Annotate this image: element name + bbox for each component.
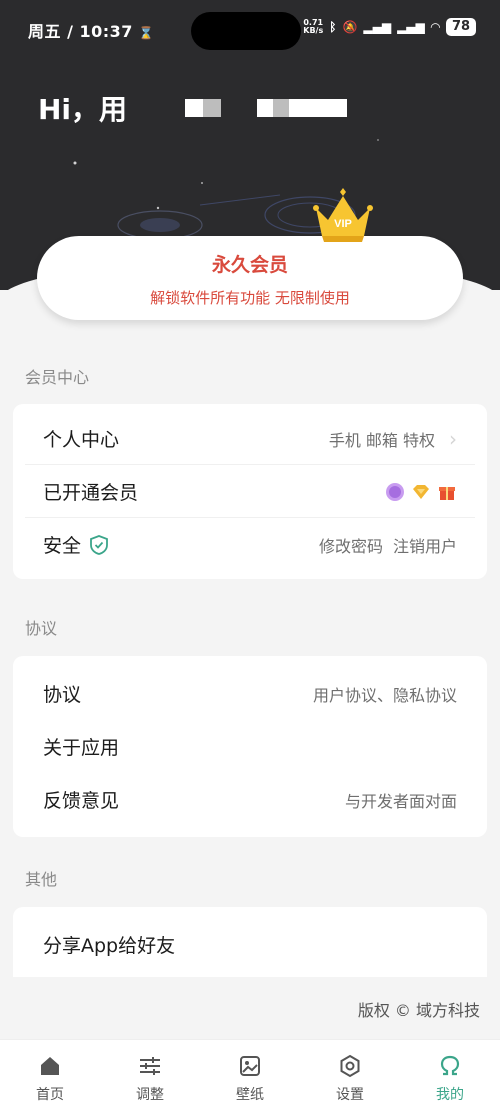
- row-value: 手机 邮箱 特权: [328, 430, 435, 450]
- row-security[interactable]: 安全 修改密码 注销用户: [25, 518, 475, 571]
- status-time: 周五 / 10:37 ⌛: [28, 22, 155, 41]
- membership-badges: [385, 482, 457, 502]
- row-label: 已开通会员: [43, 482, 139, 504]
- signal-icon: ▂▄▆: [363, 20, 392, 34]
- redacted-name: [257, 99, 274, 117]
- gift-badge-icon: [439, 486, 455, 500]
- battery-indicator: 78: [446, 18, 476, 36]
- membership-card[interactable]: 永久会员 解锁软件所有功能 无限制使用: [37, 236, 463, 320]
- nav-label: 调整: [136, 1087, 164, 1103]
- row-label: 协议: [43, 684, 82, 706]
- member-center-card: 个人中心 手机 邮箱 特权 › 已开通会员 安全 修改密码 注销用户: [13, 404, 487, 579]
- section-label-member-center: 会员中心: [25, 368, 90, 387]
- redacted-name: [289, 99, 348, 117]
- membership-subtitle: 解锁软件所有功能 无限制使用: [150, 289, 350, 307]
- row-value: 用户协议、隐私协议: [312, 685, 457, 705]
- vip-crown-icon: VIP: [313, 188, 373, 242]
- row-value: 与开发者面对面: [344, 791, 457, 811]
- wifi-icon: ◠: [430, 20, 440, 34]
- nav-item-home[interactable]: 首页: [0, 1040, 100, 1113]
- section-label-agreement: 协议: [25, 619, 58, 638]
- row-label: 关于应用: [43, 737, 120, 759]
- bottom-nav: 首页 调整 壁纸 设置 我的: [0, 1039, 500, 1113]
- nav-label: 我的: [436, 1087, 464, 1103]
- redacted-name: [203, 99, 222, 117]
- row-personal-center[interactable]: 个人中心 手机 邮箱 特权 ›: [25, 412, 475, 465]
- nav-label: 壁纸: [236, 1087, 264, 1103]
- diamond-badge-icon: [413, 484, 429, 499]
- network-speed: 0.71 KB/s: [303, 18, 324, 35]
- row-about-app[interactable]: 关于应用: [25, 720, 475, 773]
- nav-label: 首页: [36, 1087, 64, 1103]
- shield-check-icon: [90, 534, 108, 555]
- chevron-right-icon: ›: [449, 426, 457, 451]
- home-icon: [41, 1057, 59, 1075]
- camera-notch: [191, 12, 301, 50]
- nav-item-mine[interactable]: 我的: [400, 1040, 500, 1113]
- image-icon: [240, 1056, 260, 1076]
- omega-icon: [440, 1055, 460, 1076]
- section-label-other: 其他: [25, 870, 58, 889]
- gear-icon: [340, 1054, 360, 1078]
- row-label: 分享App给好友: [43, 935, 176, 957]
- other-card: 分享App给好友: [13, 907, 487, 977]
- svg-text:VIP: VIP: [334, 218, 352, 230]
- mute-icon: 🔕: [342, 20, 358, 34]
- change-password-link[interactable]: 修改密码: [319, 533, 383, 557]
- agreement-card: 协议 用户协议、隐私协议 关于应用 反馈意见 与开发者面对面: [13, 656, 487, 837]
- hourglass-icon: ⌛: [138, 26, 155, 40]
- row-activated-membership[interactable]: 已开通会员: [25, 465, 475, 518]
- status-icons: 0.71 KB/s ᛒ 🔕 ▂▄▆ ▂▄▆ ◠ 78: [303, 18, 476, 36]
- nav-label: 设置: [336, 1087, 364, 1103]
- user-greeting: Hi，用: [38, 88, 348, 128]
- row-share-app[interactable]: 分享App给好友: [25, 918, 475, 971]
- row-feedback[interactable]: 反馈意见 与开发者面对面: [25, 773, 475, 826]
- redacted-name: [273, 99, 290, 117]
- row-label: 个人中心: [43, 429, 120, 451]
- signal-icon-2: ▂▄▆: [397, 20, 425, 34]
- nav-item-settings[interactable]: 设置: [300, 1040, 400, 1113]
- sliders-icon: [140, 1057, 160, 1075]
- vip-badge-icon: [386, 482, 404, 501]
- status-bar: 周五 / 10:37 ⌛ 0.71 KB/s ᛒ 🔕 ▂▄▆ ▂▄▆ ◠ 78: [0, 0, 500, 56]
- delete-account-link[interactable]: 注销用户: [393, 533, 457, 557]
- copyright-text: 版权 © 域方科技: [357, 1001, 480, 1020]
- nav-item-wallpaper[interactable]: 壁纸: [200, 1040, 300, 1113]
- bluetooth-icon: ᛒ: [329, 20, 337, 34]
- nav-item-adjust[interactable]: 调整: [100, 1040, 200, 1113]
- row-label: 反馈意见: [43, 790, 120, 812]
- row-label: 安全: [43, 535, 82, 557]
- row-agreement[interactable]: 协议 用户协议、隐私协议: [25, 667, 475, 720]
- redacted-name: [185, 99, 204, 117]
- membership-title: 永久会员: [211, 254, 288, 276]
